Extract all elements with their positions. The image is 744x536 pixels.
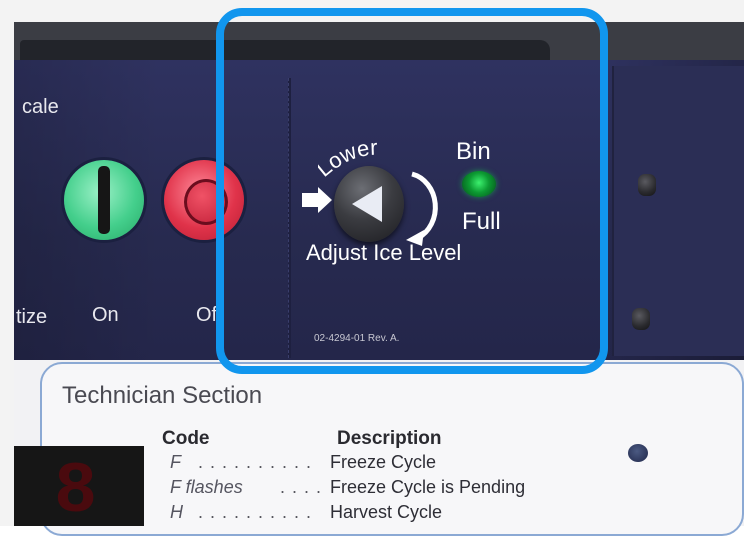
row-description: Harvest Cycle <box>330 502 443 522</box>
sanitize-label: tize <box>16 306 48 328</box>
display-digit: 8 <box>54 451 98 533</box>
scale-label: cale <box>22 96 59 118</box>
technician-section-title: Technician Section <box>62 382 263 409</box>
row-description: Freeze Cycle <box>330 452 437 472</box>
on-label: On <box>92 304 119 326</box>
row-code: F <box>170 452 181 472</box>
code-row: F . . . . . . . . . . Freeze Cycle <box>170 452 436 473</box>
row-description: Freeze Cycle is Pending <box>330 477 526 497</box>
on-symbol-icon <box>98 166 110 234</box>
code-row: H . . . . . . . . . . Harvest Cycle <box>170 502 442 523</box>
code-column-header: Code <box>162 428 210 449</box>
row-leader: . . . . <box>280 477 323 497</box>
description-column-header: Description <box>337 428 442 449</box>
off-label: Of <box>196 304 218 326</box>
row-leader: . . . . . . . . . . <box>198 452 313 472</box>
screw-bottom-icon <box>632 308 650 330</box>
row-leader: . . . . . . . . . . <box>198 502 313 522</box>
indicator-dot-icon <box>628 444 648 462</box>
code-row: F flashes . . . . Freeze Cycle is Pending <box>170 477 525 498</box>
row-code: F flashes <box>170 477 243 497</box>
screw-top-icon <box>638 174 656 196</box>
row-code: H <box>170 502 183 522</box>
highlight-box <box>216 8 608 374</box>
